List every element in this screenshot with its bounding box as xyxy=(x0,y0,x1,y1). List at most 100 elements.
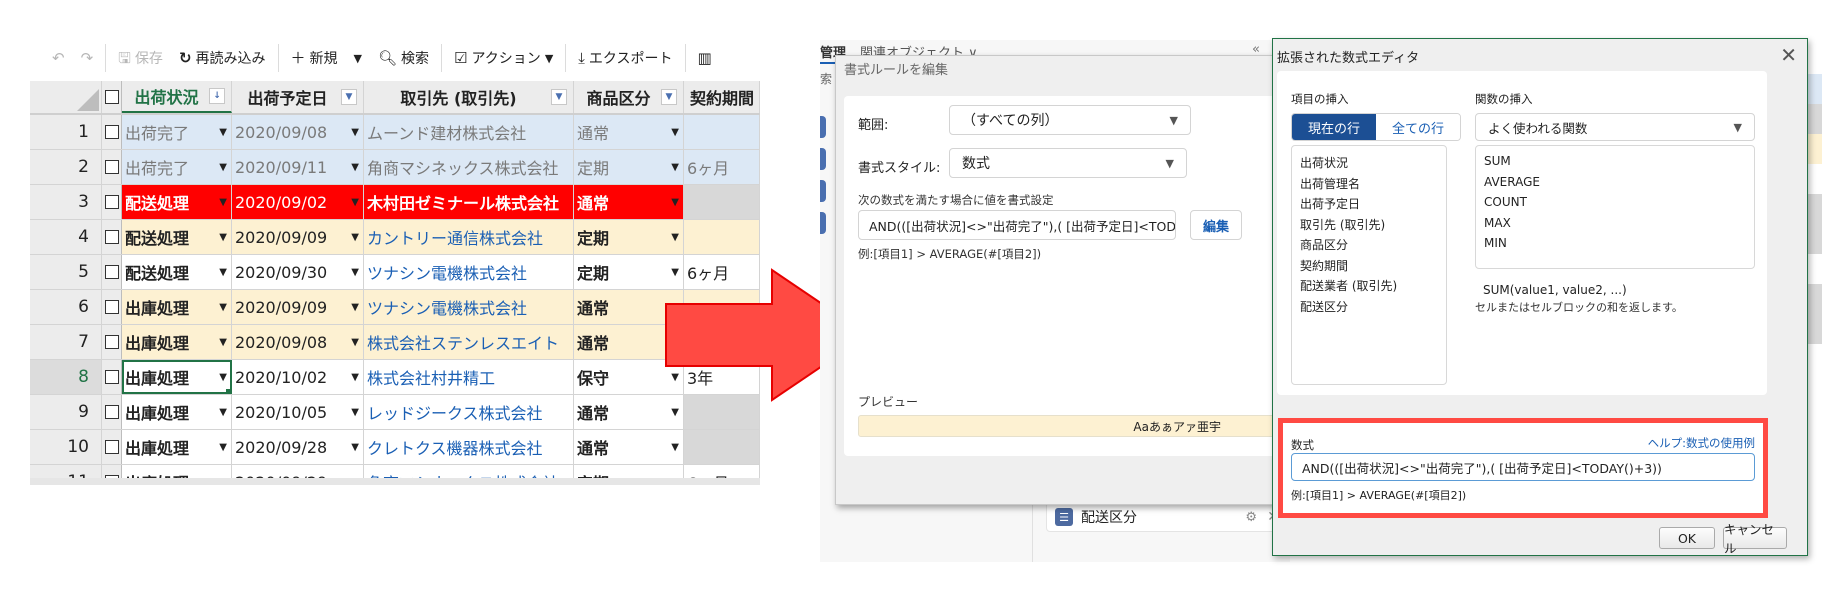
client-cell[interactable]: ムーンド建材株式会社 xyxy=(364,115,574,149)
row-checkbox[interactable] xyxy=(104,405,119,419)
table-row[interactable]: 9 出庫処理 ▼ 2020/10/05 ▼ レッドジークス株式会社 通常 ▼ xyxy=(30,395,760,430)
date-cell[interactable]: 2020/09/28 ▼ xyxy=(232,430,364,464)
condition-formula-input[interactable]: AND(([出荷状況]<>"出荷完了"),( [出荷予定日]<TODAY() xyxy=(858,210,1176,240)
status-cell[interactable]: 配送処理 ▼ xyxy=(122,255,232,289)
client-link[interactable]: 木村田ゼミナール株式会社 xyxy=(367,190,559,214)
client-link[interactable]: ツナシン電機株式会社 xyxy=(367,260,527,284)
client-link[interactable]: カントリー通信株式会社 xyxy=(367,225,543,249)
formula-input[interactable]: AND(([出荷状況]<>"出荷完了"),( [出荷予定日]<TODAY()+3… xyxy=(1291,453,1755,481)
row-number[interactable]: 2 xyxy=(30,150,102,184)
dropdown-caret-icon[interactable]: ▼ xyxy=(219,127,227,138)
row-number[interactable]: 6 xyxy=(30,290,102,324)
dropdown-caret-icon[interactable]: ▼ xyxy=(671,442,679,453)
current-row-tab[interactable]: 現在の行 xyxy=(1292,114,1376,140)
dropdown-caret-icon[interactable]: ▼ xyxy=(219,372,227,383)
row-number[interactable]: 7 xyxy=(30,325,102,359)
field-list-item[interactable]: 出荷管理名 xyxy=(1300,175,1360,192)
reload-button[interactable]: ↻ 再読み込み xyxy=(171,44,274,72)
function-list-item[interactable]: SUM xyxy=(1484,154,1511,168)
client-cell[interactable]: 株式会社ステンレスエイト xyxy=(364,325,574,359)
export-button[interactable]: ⤓ エクスポート xyxy=(570,44,680,72)
ok-button[interactable]: OK xyxy=(1659,527,1715,549)
dropdown-caret-icon[interactable]: ▼ xyxy=(671,127,679,138)
category-cell[interactable]: 通常 ▼ xyxy=(574,115,684,149)
status-cell[interactable]: 出荷完了 ▼ xyxy=(122,150,232,184)
dropdown-caret-icon[interactable]: ▼ xyxy=(219,302,227,313)
dropdown-caret-icon[interactable]: ▼ xyxy=(219,162,227,173)
dropdown-caret-icon[interactable]: ▼ xyxy=(671,162,679,173)
term-cell[interactable]: 6ヶ月 xyxy=(684,150,760,184)
table-row[interactable]: 2 出荷完了 ▼ 2020/09/11 ▼ 角商マシネックス株式会社 定期 ▼ 6ヶ月 xyxy=(30,150,760,185)
row-checkbox[interactable] xyxy=(104,160,119,174)
category-cell[interactable]: 通常 ▼ xyxy=(574,185,684,219)
field-list-item[interactable]: 配送区分 xyxy=(1300,298,1348,315)
row-checkbox[interactable] xyxy=(104,195,119,209)
help-link[interactable]: ヘルプ:数式の使用例 xyxy=(1648,435,1755,451)
function-list-item[interactable]: AVERAGE xyxy=(1484,175,1540,189)
table-row[interactable]: 8 出庫処理 ▼ 2020/10/02 ▼ 株式会社村井精工 保守 ▼ 3年 xyxy=(30,360,760,395)
term-cell[interactable] xyxy=(684,185,760,219)
all-rows-tab[interactable]: 全ての行 xyxy=(1376,114,1460,140)
header-checkbox[interactable] xyxy=(104,90,119,104)
status-cell[interactable]: 出庫処理 ▼ xyxy=(122,325,232,359)
function-list-item[interactable]: MAX xyxy=(1484,216,1511,230)
dropdown-caret-icon[interactable]: ▼ xyxy=(219,232,227,243)
dropdown-caret-icon[interactable]: ▼ xyxy=(219,267,227,278)
client-link[interactable]: ツナシン電機株式会社 xyxy=(367,295,527,319)
function-list-item[interactable]: MIN xyxy=(1484,236,1507,250)
client-cell[interactable]: クレトクス機器株式会社 xyxy=(364,430,574,464)
dropdown-caret-icon[interactable]: ▼ xyxy=(351,127,359,138)
row-checkbox[interactable] xyxy=(104,125,119,139)
client-cell[interactable]: 木村田ゼミナール株式会社 xyxy=(364,185,574,219)
redo-button[interactable]: ↷ xyxy=(73,44,102,72)
field-list-item[interactable]: 商品区分 xyxy=(1300,236,1348,253)
dropdown-caret-icon[interactable]: ▼ xyxy=(351,232,359,243)
dropdown-caret-icon[interactable]: ▼ xyxy=(219,197,227,208)
new-button[interactable]: ＋新規 xyxy=(283,44,346,72)
dropdown-caret-icon[interactable]: ▼ xyxy=(351,372,359,383)
row-number[interactable]: 3 xyxy=(30,185,102,219)
row-checkbox[interactable] xyxy=(104,230,119,244)
table-row[interactable]: 4 配送処理 ▼ 2020/09/09 ▼ カントリー通信株式会社 定期 ▼ xyxy=(30,220,760,255)
column-header-date[interactable]: 出荷予定日 ▼ xyxy=(232,81,364,113)
client-cell[interactable]: カントリー通信株式会社 xyxy=(364,220,574,254)
status-cell[interactable]: 出庫処理 ▼ xyxy=(122,395,232,429)
date-cell[interactable]: 2020/10/02 ▼ xyxy=(232,360,364,394)
date-cell[interactable]: 2020/09/08 ▼ xyxy=(232,115,364,149)
field-list-item[interactable]: 契約期間 xyxy=(1300,257,1348,274)
category-cell[interactable]: 定期 ▼ xyxy=(574,150,684,184)
dropdown-caret-icon[interactable]: ▼ xyxy=(351,162,359,173)
sort-desc-icon[interactable]: ↓ xyxy=(209,88,225,104)
dropdown-caret-icon[interactable]: ▼ xyxy=(671,407,679,418)
table-row[interactable]: 3 配送処理 ▼ 2020/09/02 ▼ 木村田ゼミナール株式会社 通常 ▼ xyxy=(30,185,760,220)
category-cell[interactable]: 通常 ▼ xyxy=(574,430,684,464)
table-row[interactable]: 7出庫処理▼2020/09/08▼株式会社ステンレスエイト通常▼ xyxy=(30,325,760,360)
client-link[interactable]: ムーンド建材株式会社 xyxy=(367,120,526,144)
row-number[interactable]: 9 xyxy=(30,395,102,429)
horizontal-scrollbar[interactable] xyxy=(30,478,760,485)
function-category-select[interactable]: よく使われる関数 ▼ xyxy=(1475,113,1755,141)
function-list-item[interactable]: COUNT xyxy=(1484,195,1527,209)
client-link[interactable]: 株式会社村井精工 xyxy=(367,365,495,389)
column-header-category[interactable]: 商品区分 ▼ xyxy=(574,81,684,113)
row-checkbox[interactable] xyxy=(104,335,119,349)
table-row[interactable]: 1 出荷完了 ▼ 2020/09/08 ▼ ムーンド建材株式会社 通常 ▼ xyxy=(30,115,760,150)
table-row[interactable]: 5 配送処理 ▼ 2020/09/30 ▼ ツナシン電機株式会社 定期 ▼ 6ヶ月 xyxy=(30,255,760,290)
status-cell[interactable]: 配送処理 ▼ xyxy=(122,185,232,219)
dropdown-caret-icon[interactable]: ▼ xyxy=(351,337,359,348)
row-number[interactable]: 4 xyxy=(30,220,102,254)
table-row[interactable]: 6出庫処理▼2020/09/09▼ツナシン電機株式会社通常▼ xyxy=(30,290,760,325)
client-link[interactable]: 株式会社ステンレスエイト xyxy=(367,330,559,354)
filter-dropdown-icon[interactable]: ▼ xyxy=(341,89,357,105)
client-cell[interactable]: レッドジークス株式会社 xyxy=(364,395,574,429)
dropdown-caret-icon[interactable]: ▼ xyxy=(351,442,359,453)
dropdown-caret-icon[interactable]: ▼ xyxy=(351,407,359,418)
row-checkbox[interactable] xyxy=(104,265,119,279)
client-cell[interactable]: 株式会社村井精工 xyxy=(364,360,574,394)
search-button[interactable]: 🔍︎ 検索 xyxy=(370,44,437,72)
dropdown-caret-icon[interactable]: ▼ xyxy=(219,442,227,453)
category-cell[interactable]: 定期 ▼ xyxy=(574,220,684,254)
field-list-item[interactable]: 配送業者 (取引先) xyxy=(1300,277,1397,294)
dropdown-caret-icon[interactable]: ▼ xyxy=(671,197,679,208)
cancel-button[interactable]: キャンセル xyxy=(1723,522,1787,556)
